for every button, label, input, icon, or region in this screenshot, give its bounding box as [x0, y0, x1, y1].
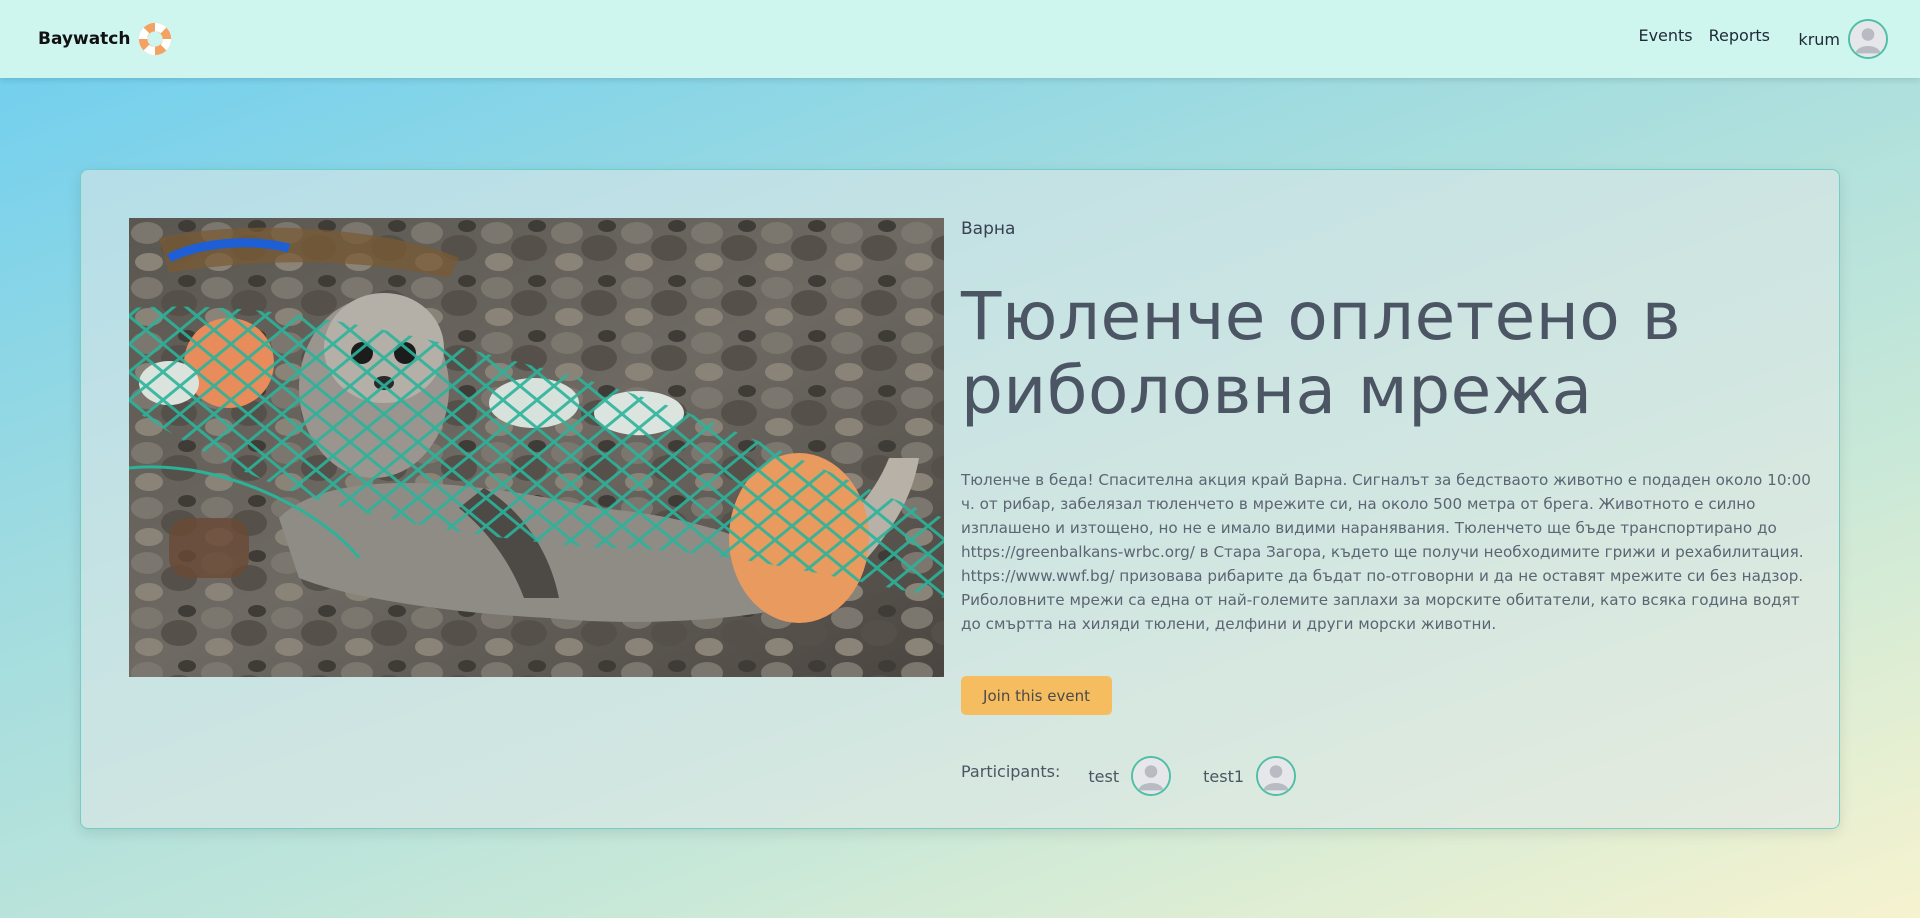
event-title: Тюленче оплетено в риболовна мрежа	[961, 278, 1682, 429]
participant-item: test	[1088, 756, 1172, 796]
event-description: Тюленче в беда! Спасителна акция край Ва…	[961, 471, 1811, 633]
event-photo	[129, 218, 944, 677]
participant-name: test1	[1203, 766, 1245, 786]
nav-links: Events Reports	[1638, 26, 1770, 45]
brand-link[interactable]: Baywatch	[38, 20, 174, 58]
participants-section: Participants: test test1	[961, 756, 1328, 796]
lifebuoy-logo-icon	[139, 22, 172, 56]
nav-link-reports[interactable]: Reports	[1709, 26, 1770, 45]
event-details: Варна Тюленче оплетено в риболовна мрежа…	[961, 218, 1811, 636]
nav-link-events[interactable]: Events	[1638, 26, 1692, 45]
participant-name: test	[1088, 766, 1120, 786]
seal-in-net-image	[129, 218, 944, 677]
user-avatar-icon[interactable]	[1256, 756, 1297, 796]
user-menu[interactable]: krum	[1798, 19, 1888, 59]
event-card: Варна Тюленче оплетено в риболовна мрежа…	[80, 169, 1840, 829]
event-location: Варна	[961, 219, 1016, 239]
navbar: Baywatch Events Reports krum	[0, 0, 1920, 78]
user-avatar-icon[interactable]	[1848, 19, 1888, 59]
participants-label: Participants:	[961, 762, 1061, 781]
join-event-button[interactable]: Join this event	[961, 676, 1112, 715]
user-name: krum	[1798, 29, 1840, 49]
participant-item: test1	[1203, 756, 1297, 796]
user-avatar-icon[interactable]	[1131, 756, 1172, 796]
brand-name: Baywatch	[38, 29, 131, 49]
